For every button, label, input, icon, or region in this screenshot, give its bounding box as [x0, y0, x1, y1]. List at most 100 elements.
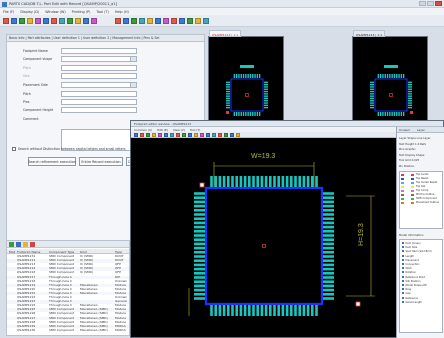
editor-toolbar-icon-3[interactable]	[152, 133, 156, 137]
table-row[interactable]: QSAMP1230 SMD Component Miscellaneo (SMD) M…	[7, 329, 129, 333]
form-tab-strip[interactable]: Basic Info | Part attributes | User defi…	[7, 35, 204, 42]
layer-row[interactable]: Top Silk	[401, 185, 443, 189]
model-info-item[interactable]: Gap	[402, 292, 411, 295]
case-insensitive-checkbox[interactable]	[12, 147, 16, 151]
table-row[interactable]: QSAMP1229 SMD Component Miscellaneo (SMD) M…	[7, 324, 129, 329]
form-input[interactable]	[61, 107, 137, 113]
layer-row[interactable]: Top Solder Resist	[401, 181, 443, 185]
table-row[interactable]: QSAMP1226 SMD Component Miscellaneo (SMD) M…	[7, 312, 129, 316]
model-info-item[interactable]: Item (Lines)	[402, 242, 421, 245]
table-row[interactable]: QSAMP1217 Through-hole C DIP	[7, 275, 129, 280]
preview-tab-1[interactable]: QSAMP1213 | 1.1	[209, 30, 242, 37]
list-header-cell[interactable]: Mod	[9, 250, 15, 254]
layer-list[interactable]: Top Lands Top Resist Top Solder Resist Top …	[399, 171, 443, 229]
model-info-item[interactable]: Model Shape Attr	[402, 284, 428, 287]
table-row[interactable]: QSAMP1213 SMD Component IC (SMD) QFP	[7, 263, 129, 267]
toolbar-icon-18[interactable]	[163, 17, 169, 24]
toolbar-icon-0[interactable]	[3, 17, 9, 24]
editor-toolbar-icon-14[interactable]	[218, 133, 222, 137]
model-info-item[interactable]: Length	[402, 255, 415, 258]
form-input[interactable]	[61, 91, 137, 97]
toolbar-icon-19[interactable]	[171, 17, 177, 24]
model-info-item[interactable]: Serial Length	[402, 301, 423, 304]
form-input[interactable]	[61, 73, 137, 79]
table-row[interactable]: QSAMP1216 SMD Component IC (SMD) QFP	[7, 271, 129, 275]
menu-item-1[interactable]: Display (D)	[20, 10, 39, 14]
model-info-item[interactable]: Ring	[402, 288, 412, 291]
editor-toolbar-icon-16[interactable]	[230, 133, 234, 137]
layer-row[interactable]: Top Resist	[401, 177, 443, 181]
editor-canvas[interactable]: W=19.3 H=19.3	[131, 138, 398, 337]
toolbar-icon-22[interactable]	[195, 17, 201, 24]
form-dropdown[interactable]	[61, 56, 137, 62]
menu-item-2[interactable]: Window (W)	[45, 10, 65, 14]
table-row[interactable]: QSAMP1214 SMD Component IC (SMD) QFP	[7, 267, 129, 271]
list-header-cell[interactable]: Component Type	[49, 250, 74, 254]
toolbar-icon-5[interactable]	[43, 17, 49, 24]
editor-toolbar-icon-4[interactable]	[158, 133, 162, 137]
toolbar-icon-13[interactable]	[123, 17, 129, 24]
toolbar-icon-8[interactable]	[67, 17, 73, 24]
model-info-item[interactable]: Placement	[402, 259, 419, 262]
table-row[interactable]: QSAMP1218 Through-hole C Unknwn	[7, 280, 129, 284]
toolbar-icon-1[interactable]	[11, 17, 17, 24]
menu-item-0[interactable]: File (F)	[3, 10, 14, 14]
list-header-cell[interactable]: Type	[115, 250, 122, 254]
footprint-preview-2[interactable]: QSAMP1213 | 1.1	[352, 30, 428, 124]
table-row[interactable]: QSAMP1231 SMD Component IC (SMD) DOUT	[7, 255, 129, 259]
editor-menu-item-2[interactable]: View (V)	[173, 128, 185, 132]
search-refine-button[interactable]: Search refinement execution	[28, 157, 76, 166]
model-info-item[interactable]: Reference	[402, 297, 419, 300]
layer-row[interactable]: Placement Outline	[401, 201, 443, 205]
toolbar-icon-23[interactable]	[203, 17, 209, 24]
editor-toolbar-icon-1[interactable]	[140, 133, 144, 137]
model-info-item[interactable]: Work	[402, 267, 412, 270]
toolbar-icon-2[interactable]	[19, 17, 25, 24]
model-info-item[interactable]: Connection	[402, 263, 420, 266]
editor-toolbar-icon-13[interactable]	[212, 133, 216, 137]
form-input[interactable]	[61, 48, 137, 54]
toolbar-icon-14[interactable]	[131, 17, 137, 24]
editor-menu-item-3[interactable]: Tool (T)	[190, 128, 201, 132]
model-info-item[interactable]: Spot Item (Sold Bird)	[402, 250, 432, 253]
layer-row[interactable]: SMD Component	[401, 197, 443, 201]
editor-toolbar-icon-12[interactable]	[206, 133, 210, 137]
close-button[interactable]	[435, 1, 442, 6]
toolbar-icon-17[interactable]	[155, 17, 161, 24]
form-dropdown[interactable]	[61, 82, 137, 88]
model-info-item[interactable]: Item Size	[402, 246, 418, 249]
table-row[interactable]: QSAMP1212 SMD Component IC (SMD) DOUT	[7, 259, 129, 263]
editor-toolbar-icon-5[interactable]	[164, 133, 168, 137]
editor-toolbar-icon-17[interactable]	[236, 133, 240, 137]
editor-toolbar-icon-7[interactable]	[176, 133, 180, 137]
editor-menu-item-0[interactable]: Common (C)	[134, 128, 152, 132]
editor-menu-item-1[interactable]: Edit (E)	[157, 128, 168, 132]
list-delete-icon[interactable]	[30, 242, 35, 247]
toolbar-icon-16[interactable]	[147, 17, 153, 24]
entire-record-button[interactable]: Entire Record execution	[79, 157, 123, 166]
preview-tab-2[interactable]: QSAMP1213 | 1.1	[353, 30, 386, 37]
table-row[interactable]: QSAMP1228 SMD Component Miscellaneo (SMD) M…	[7, 321, 129, 325]
model-info-list[interactable]: Item (Lines) Item Size Spot Item (Sold Bir…	[399, 239, 443, 333]
layer-row[interactable]: MII Hia Outline	[401, 193, 443, 197]
list-header-cell[interactable]: Footprint Name	[17, 250, 40, 254]
toolbar-icon-4[interactable]	[35, 17, 41, 24]
list-new-icon[interactable]	[9, 242, 14, 247]
editor-toolbar-icon-0[interactable]	[134, 133, 138, 137]
model-info-item[interactable]: Reference Point	[402, 276, 426, 279]
editor-toolbar-icon-11[interactable]	[200, 133, 204, 137]
toolbar-icon-20[interactable]	[179, 17, 185, 24]
toolbar-icon-6[interactable]	[51, 17, 57, 24]
table-row[interactable]: QSAMP1221 Through-hole C Miscellaneo Module	[7, 291, 129, 296]
editor-toolbar-icon-2[interactable]	[146, 133, 150, 137]
model-info-item[interactable]: Rotation	[402, 271, 416, 274]
list-folder-icon[interactable]	[23, 242, 28, 247]
toolbar-icon-9[interactable]	[75, 17, 81, 24]
model-info-item[interactable]: Silk Position	[402, 280, 421, 283]
tab-layer[interactable]: Layer	[417, 128, 425, 132]
toolbar-icon-15[interactable]	[139, 17, 145, 24]
layer-row[interactable]: Top Comp	[401, 189, 443, 193]
form-input[interactable]	[61, 65, 137, 71]
form-input[interactable]	[61, 99, 137, 105]
footprint-preview-1[interactable]: QSAMP1213 | 1.1	[208, 30, 284, 124]
